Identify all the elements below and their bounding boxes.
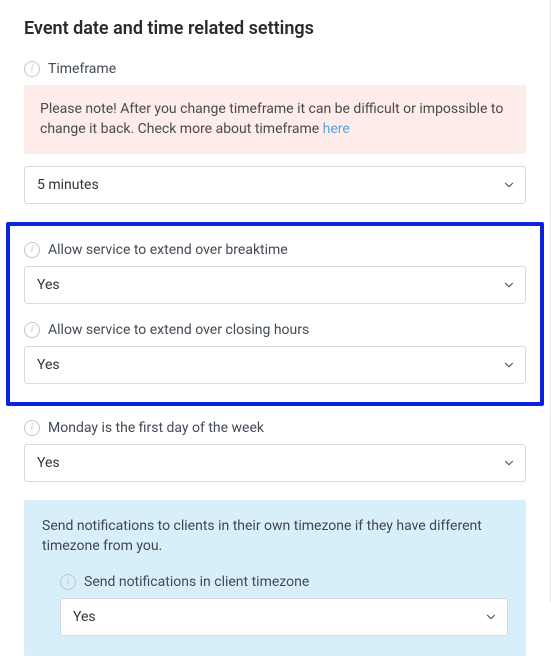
- extend-breaktime-label-row: i Allow service to extend over breaktime: [24, 242, 526, 258]
- highlighted-settings: i Allow service to extend over breaktime…: [6, 222, 544, 406]
- timeframe-label: Timeframe: [48, 61, 116, 77]
- client-timezone-value: Yes: [73, 609, 96, 625]
- info-icon[interactable]: i: [60, 574, 76, 590]
- extend-breaktime-select[interactable]: Yes: [24, 266, 526, 304]
- extend-closing-label-row: i Allow service to extend over closing h…: [24, 322, 526, 338]
- info-icon[interactable]: i: [24, 61, 40, 77]
- extend-breaktime-value: Yes: [37, 277, 60, 293]
- extend-closing-label: Allow service to extend over closing hou…: [48, 322, 309, 338]
- client-timezone-label-row: i Send notifications in client timezone: [60, 574, 508, 590]
- section-title: Event date and time related settings: [24, 18, 526, 39]
- extend-closing-select[interactable]: Yes: [24, 346, 526, 384]
- timeframe-warning-link[interactable]: here: [323, 121, 350, 137]
- timeframe-warning: Please note! After you change timeframe …: [24, 85, 526, 154]
- monday-first-value: Yes: [37, 455, 60, 471]
- monday-first-label-row: i Monday is the first day of the week: [24, 420, 526, 436]
- info-icon[interactable]: i: [24, 242, 40, 258]
- client-timezone-select[interactable]: Yes: [60, 598, 508, 636]
- info-icon[interactable]: i: [24, 322, 40, 338]
- settings-panel: Event date and time related settings i T…: [0, 0, 551, 603]
- timeframe-label-row: i Timeframe: [24, 61, 526, 77]
- timeframe-select[interactable]: 5 minutes: [24, 166, 526, 204]
- client-timezone-description: Send notifications to clients in their o…: [42, 516, 508, 557]
- monday-first-select[interactable]: Yes: [24, 444, 526, 482]
- client-timezone-label: Send notifications in client timezone: [84, 574, 309, 590]
- monday-first-label: Monday is the first day of the week: [48, 420, 264, 436]
- extend-closing-value: Yes: [37, 357, 60, 373]
- extend-breaktime-label: Allow service to extend over breaktime: [48, 242, 288, 258]
- timeframe-value: 5 minutes: [37, 177, 99, 193]
- client-timezone-notice: Send notifications to clients in their o…: [24, 500, 526, 656]
- info-icon[interactable]: i: [24, 420, 40, 436]
- timeframe-warning-text: Please note! After you change timeframe …: [40, 101, 503, 137]
